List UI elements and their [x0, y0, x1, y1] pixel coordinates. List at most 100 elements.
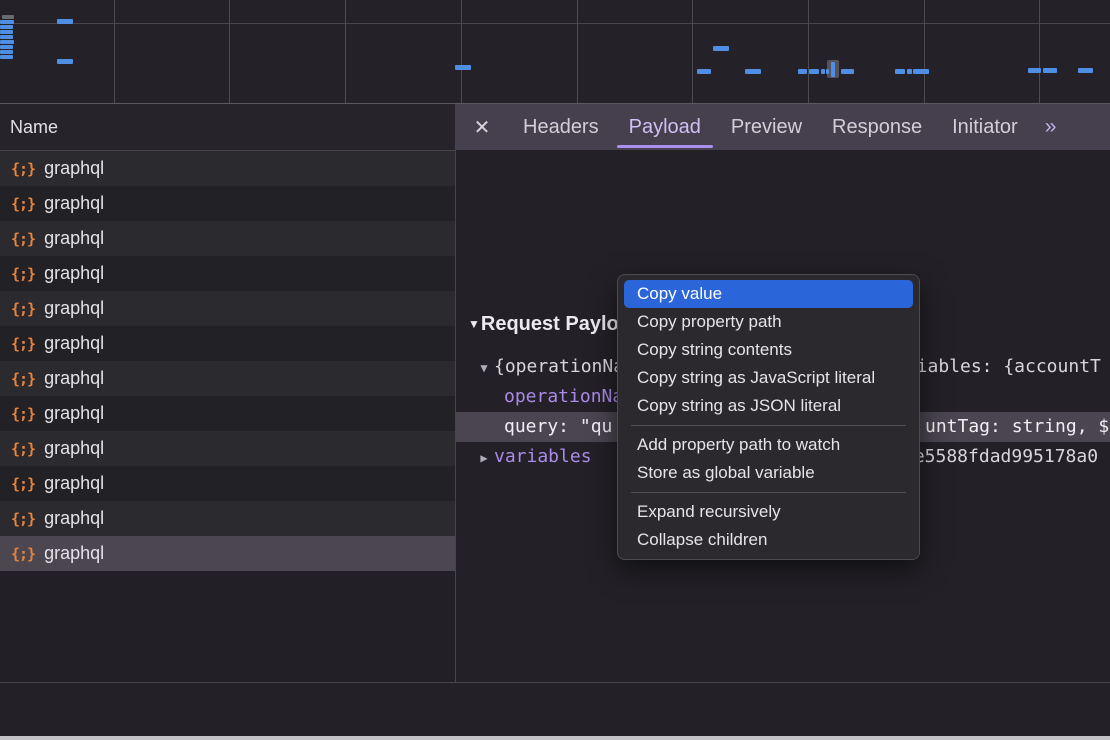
waterfall-bar — [455, 65, 471, 70]
waterfall-bar — [913, 69, 929, 74]
collapsed-arrow-icon[interactable]: ▶ — [474, 443, 494, 472]
context-menu-item-expand-recursively[interactable]: Expand recursively — [624, 498, 913, 526]
timeline-gridline — [577, 0, 578, 103]
request-row[interactable]: {;} graphql — [0, 361, 455, 396]
json-file-icon: {;} — [11, 440, 35, 458]
request-row[interactable]: {;} graphql — [0, 431, 455, 466]
waterfall-bar — [0, 25, 13, 29]
waterfall-bar — [0, 55, 13, 59]
json-file-icon: {;} — [11, 405, 35, 423]
context-menu: Copy value Copy property path Copy strin… — [617, 274, 920, 560]
timeline-gridline — [345, 0, 346, 103]
waterfall-bar — [745, 69, 761, 74]
request-row[interactable]: {;} graphql — [0, 151, 455, 186]
request-name: graphql — [44, 158, 104, 179]
json-file-icon: {;} — [11, 195, 35, 213]
waterfall-bar — [1078, 68, 1093, 73]
network-overview-timeline[interactable] — [0, 0, 1110, 104]
waterfall-bar — [826, 69, 829, 74]
request-row[interactable]: {;} graphql — [0, 221, 455, 256]
overview-divider — [0, 23, 1110, 24]
request-name: graphql — [44, 508, 104, 529]
waterfall-bar — [0, 35, 13, 39]
request-name: graphql — [44, 403, 104, 424]
json-file-icon: {;} — [11, 265, 35, 283]
request-row[interactable]: {;} graphql — [0, 501, 455, 536]
context-menu-item-copy-string-as-json-literal[interactable]: Copy string as JSON literal — [624, 392, 913, 420]
tab-headers[interactable]: Headers — [508, 104, 614, 150]
request-name: graphql — [44, 473, 104, 494]
context-menu-item-copy-value[interactable]: Copy value — [624, 280, 913, 308]
waterfall-bar — [0, 20, 14, 24]
section-collapse-icon[interactable]: ▼ — [468, 317, 480, 331]
timeline-gridline — [808, 0, 809, 103]
context-menu-item-copy-property-path[interactable]: Copy property path — [624, 308, 913, 336]
context-menu-item-copy-string-contents[interactable]: Copy string contents — [624, 336, 913, 364]
json-file-icon: {;} — [11, 545, 35, 563]
timeline-gridline — [229, 0, 230, 103]
request-name: graphql — [44, 543, 104, 564]
json-file-icon: {;} — [11, 510, 35, 528]
query-row-left-fragment: query: "qu — [504, 416, 612, 437]
timeline-gridline — [924, 0, 925, 103]
request-row[interactable]: {;} graphql — [0, 186, 455, 221]
context-menu-item-store-as-global-variable[interactable]: Store as global variable — [624, 459, 913, 487]
tab-preview[interactable]: Preview — [716, 104, 817, 150]
waterfall-bar — [809, 69, 819, 74]
tab-payload[interactable]: Payload — [614, 104, 716, 150]
menu-separator — [631, 425, 906, 426]
waterfall-bar — [831, 62, 835, 77]
waterfall-bar — [697, 69, 711, 74]
waterfall-bar — [0, 30, 13, 34]
request-row[interactable]: {;} graphql — [0, 466, 455, 501]
request-name: graphql — [44, 263, 104, 284]
request-row[interactable]: {;} graphql — [0, 291, 455, 326]
waterfall-bar — [1028, 68, 1041, 73]
query-row-right-fragment: untTag: string, $f — [925, 412, 1110, 442]
json-file-icon: {;} — [11, 370, 35, 388]
waterfall-bar — [907, 69, 912, 74]
context-menu-item-copy-string-as-javascript-literal[interactable]: Copy string as JavaScript literal — [624, 364, 913, 392]
column-header-name[interactable]: Name — [0, 104, 455, 151]
json-file-icon: {;} — [11, 475, 35, 493]
waterfall-bar — [57, 19, 73, 24]
request-name: graphql — [44, 193, 104, 214]
context-menu-item-collapse-children[interactable]: Collapse children — [624, 526, 913, 554]
request-row[interactable]: {;} graphql — [0, 326, 455, 361]
timeline-gridline — [1039, 0, 1040, 103]
more-tabs-icon[interactable]: » — [1033, 104, 1067, 150]
json-file-icon: {;} — [11, 300, 35, 318]
request-row[interactable]: {;} graphql — [0, 536, 455, 571]
expanded-arrow-icon[interactable]: ▼ — [474, 353, 494, 382]
variables-row-right-fragment: ee5588fdad995178a0 — [903, 442, 1098, 472]
detail-tabbar: ✕ Headers Payload Preview Response Initi… — [456, 104, 1110, 150]
request-row[interactable]: {;} graphql — [0, 396, 455, 431]
request-name: graphql — [44, 228, 104, 249]
request-name: graphql — [44, 438, 104, 459]
json-file-icon: {;} — [11, 160, 35, 178]
json-file-icon: {;} — [11, 335, 35, 353]
tab-response[interactable]: Response — [817, 104, 937, 150]
waterfall-bar — [0, 50, 13, 54]
waterfall-bar — [841, 69, 854, 74]
requests-table: Name {;} graphql {;} graphql {;} graphql… — [0, 104, 455, 682]
waterfall-bar — [713, 46, 729, 51]
waterfall-bar — [798, 69, 807, 74]
json-file-icon: {;} — [11, 230, 35, 248]
context-menu-item-add-property-path-to-watch[interactable]: Add property path to watch — [624, 431, 913, 459]
request-row[interactable]: {;} graphql — [0, 256, 455, 291]
waterfall-bar — [895, 69, 905, 74]
request-name: graphql — [44, 368, 104, 389]
menu-separator — [631, 492, 906, 493]
waterfall-bar-gray — [2, 15, 14, 19]
column-header-label: Name — [10, 117, 58, 137]
waterfall-bar — [0, 45, 13, 49]
request-list: {;} graphql {;} graphql {;} graphql {;} … — [0, 151, 455, 571]
detail-tabs: Headers Payload Preview Response Initiat… — [508, 104, 1033, 150]
waterfall-bar — [57, 59, 73, 64]
waterfall-bar — [1043, 68, 1057, 73]
panel-splitter[interactable] — [455, 104, 456, 740]
request-name: graphql — [44, 298, 104, 319]
close-icon[interactable]: ✕ — [456, 104, 508, 150]
tab-initiator[interactable]: Initiator — [937, 104, 1033, 150]
